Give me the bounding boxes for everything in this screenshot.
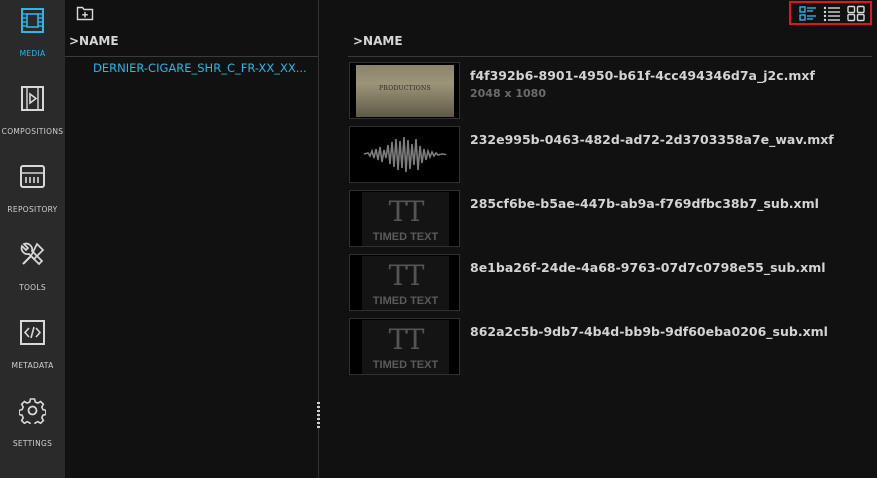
nav-settings-label: SETTINGS — [12, 439, 53, 448]
timed-text-icon: TT TIMED TEXT — [362, 256, 449, 310]
grid-view-icon[interactable] — [846, 5, 866, 22]
nav-tools-label: TOOLS — [19, 283, 46, 292]
new-folder-icon[interactable] — [76, 4, 94, 22]
file-name: 862a2c5b-9db7-4b4d-bb9b-9df60eba0206_sub… — [470, 324, 828, 339]
nav-repository[interactable]: REPOSITORY — [0, 156, 65, 234]
folder-item[interactable]: DERNIER-CIGARE_SHR_C_FR-XX_XX... — [93, 61, 315, 75]
file-name: f4f392b6-8901-4950-b61f-4cc494346d7a_j2c… — [470, 68, 815, 83]
name-column-header-right[interactable]: >NAME — [353, 34, 403, 48]
composition-icon — [21, 86, 44, 111]
file-row-video[interactable]: PRODUCTIONS f4f392b6-8901-4950-b61f-4cc4… — [348, 62, 872, 120]
nav-compositions[interactable]: COMPOSITIONS — [0, 78, 65, 156]
gear-icon — [19, 398, 46, 424]
nav-metadata[interactable]: METADATA — [0, 312, 65, 390]
sidebar: MEDIA COMPOSITIONS REPOSITORY TOOLS META… — [0, 0, 65, 478]
header-divider-left — [65, 56, 318, 57]
tools-icon — [20, 242, 45, 266]
list-view-icon[interactable] — [822, 5, 842, 22]
detail-list-view-icon[interactable] — [798, 5, 818, 22]
nav-media-label: MEDIA — [19, 49, 46, 58]
timed-text-thumbnail: TT TIMED TEXT — [349, 190, 460, 247]
nav-repository-label: REPOSITORY — [7, 205, 58, 214]
tt-glyph: TT — [388, 259, 425, 292]
nav-compositions-label: COMPOSITIONS — [1, 127, 64, 136]
file-resolution: 2048 x 1080 — [470, 87, 546, 100]
timed-text-icon: TT TIMED TEXT — [362, 192, 449, 246]
nav-metadata-label: METADATA — [11, 361, 54, 370]
tt-label: TIMED TEXT — [372, 359, 439, 371]
tt-glyph: TT — [388, 195, 425, 228]
header-divider-right — [348, 56, 872, 57]
file-row-subtitle[interactable]: TT TIMED TEXT 285cf6be-b5ae-447b-ab9a-f7… — [348, 190, 872, 248]
video-thumbnail: PRODUCTIONS — [349, 62, 460, 119]
timed-text-thumbnail: TT TIMED TEXT — [349, 318, 460, 375]
nav-settings[interactable]: SETTINGS — [0, 390, 65, 468]
file-name: 8e1ba26f-24de-4a68-9763-07d7c0798e55_sub… — [470, 260, 826, 275]
video-thumbnail-text: PRODUCTIONS — [379, 85, 431, 92]
file-name: 285cf6be-b5ae-447b-ab9a-f769dfbc38b7_sub… — [470, 196, 819, 211]
file-row-subtitle[interactable]: TT TIMED TEXT 8e1ba26f-24de-4a68-9763-07… — [348, 254, 872, 312]
file-name: 232e995b-0463-482d-ad72-2d3703358a7e_wav… — [470, 132, 834, 147]
file-row-subtitle[interactable]: TT TIMED TEXT 862a2c5b-9db7-4b4d-bb9b-9d… — [348, 318, 872, 376]
nav-media[interactable]: MEDIA — [0, 0, 65, 78]
tt-label: TIMED TEXT — [372, 295, 439, 307]
repository-icon — [20, 165, 45, 188]
video-frame: PRODUCTIONS — [356, 65, 454, 117]
timed-text-thumbnail: TT TIMED TEXT — [349, 254, 460, 311]
code-icon — [20, 320, 45, 345]
nav-tools[interactable]: TOOLS — [0, 234, 65, 312]
name-column-header-left[interactable]: >NAME — [69, 34, 119, 48]
view-mode-toggle — [789, 1, 872, 25]
audio-thumbnail — [349, 126, 460, 183]
film-icon — [21, 8, 44, 33]
waveform-icon — [363, 136, 447, 173]
tt-glyph: TT — [388, 323, 425, 356]
timed-text-icon: TT TIMED TEXT — [362, 320, 449, 374]
tt-label: TIMED TEXT — [372, 231, 439, 243]
file-row-audio[interactable]: 232e995b-0463-482d-ad72-2d3703358a7e_wav… — [348, 126, 872, 184]
